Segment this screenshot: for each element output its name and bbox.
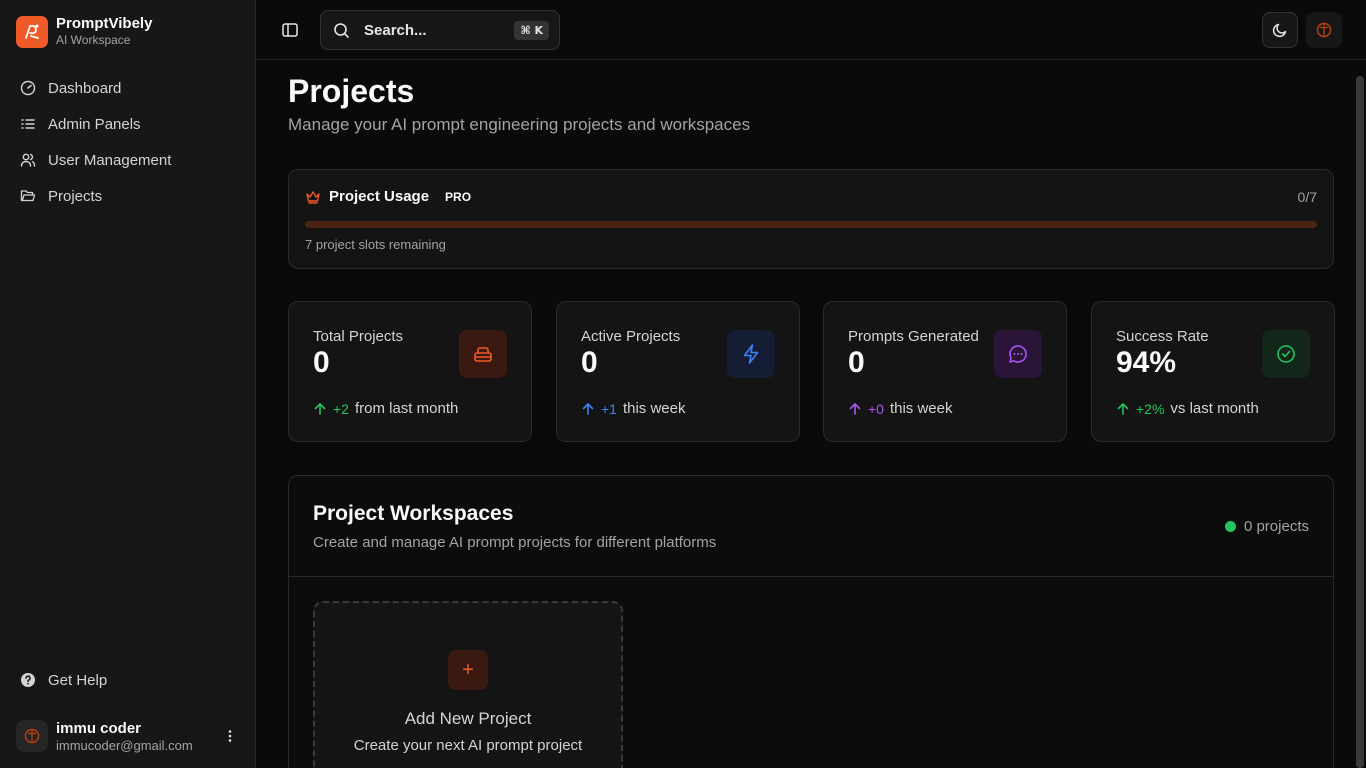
stat-label: Active Projects: [581, 328, 681, 345]
usage-note: 7 project slots remaining: [305, 237, 446, 252]
sidebar-item-projects[interactable]: Projects: [8, 178, 248, 214]
stat-card-active-projects: Active Projects 0 +1 this week: [556, 301, 800, 442]
brand[interactable]: PromptVibely AI Workspace: [16, 15, 152, 48]
get-help: Get Help: [8, 662, 248, 698]
project-usage-card: Project Usage PRO 0/7 7 project slots re…: [288, 169, 1334, 269]
stat-value: 0: [581, 346, 598, 379]
stat-suffix: this week: [622, 400, 686, 417]
stat-label: Prompts Generated: [848, 328, 979, 345]
stat-card-success-rate: Success Rate 94% +2% vs last month: [1091, 301, 1335, 442]
sidebar-item-label: Dashboard: [48, 79, 122, 97]
users-icon: [20, 153, 36, 167]
add-project-title: Add New Project: [404, 709, 532, 728]
project-workspaces: Project Workspaces Create and manage AI …: [288, 475, 1334, 768]
stat-value: 0: [313, 346, 330, 379]
brand-name: PromptVibely: [56, 15, 153, 32]
sidebar-item-label: Admin Panels: [48, 115, 141, 133]
moon-icon: [1272, 23, 1287, 38]
user-profile[interactable]: immu coder immucoder@gmail.com: [16, 716, 242, 756]
list-icon: [21, 119, 35, 129]
lightning-icon: [727, 330, 775, 378]
scrollbar[interactable]: [1354, 60, 1366, 768]
status-dot-icon: [1224, 521, 1236, 532]
search-placeholder: Search...: [364, 21, 427, 39]
page-subtitle: Manage your AI prompt engineering projec…: [288, 115, 751, 134]
avatar-icon: [1316, 22, 1332, 38]
avatar: [16, 720, 48, 752]
project-count-text: 0 projects: [1243, 518, 1309, 535]
usage-title: Project Usage PRO: [305, 188, 471, 205]
search-shortcut: ⌘ K: [514, 20, 549, 40]
stat-trend: +2% vs last month: [1116, 400, 1259, 417]
stat-card-total-projects: Total Projects 0 +2 from last month: [288, 301, 532, 442]
sidebar-nav: Dashboard Admin Panels User Management P…: [8, 70, 248, 214]
stat-delta: +2: [333, 400, 349, 417]
stat-suffix: vs last month: [1170, 400, 1259, 417]
stat-value: 0: [848, 346, 865, 379]
get-help-label: Get Help: [48, 671, 108, 689]
stat-suffix: from last month: [354, 400, 459, 417]
stat-trend: +2 from last month: [313, 400, 458, 417]
usage-count: 0/7: [1297, 189, 1317, 205]
stat-suffix: this week: [889, 400, 953, 417]
brand-logo-icon: [16, 15, 48, 48]
folder-icon: [20, 190, 36, 202]
sidebar-item-user-management[interactable]: User Management: [8, 142, 248, 178]
user-name: immu coder: [56, 719, 142, 737]
user-email: immucoder@gmail.com: [56, 737, 193, 753]
add-project-subtitle: Create your next AI prompt project: [353, 737, 583, 754]
arrow-up-icon: [314, 402, 326, 415]
chat-icon: [994, 330, 1042, 378]
workspaces-subtitle: Create and manage AI prompt projects for…: [313, 534, 717, 551]
workspaces-header: Project Workspaces Create and manage AI …: [289, 476, 1333, 577]
arrow-up-icon: [849, 402, 861, 415]
plus-icon: +: [448, 650, 488, 690]
sidebar-toggle-icon[interactable]: [280, 20, 300, 40]
stat-delta: +2%: [1136, 400, 1165, 417]
search-input[interactable]: Search... ⌘ K: [320, 10, 560, 50]
stat-trend: +0 this week: [848, 400, 953, 417]
sidebar-item-dashboard[interactable]: Dashboard: [8, 70, 248, 106]
theme-toggle-button[interactable]: [1262, 12, 1298, 48]
header-avatar[interactable]: [1306, 12, 1342, 48]
stat-card-prompts-generated: Prompts Generated 0 +0 this week: [823, 301, 1067, 442]
usage-progress-bar: [305, 221, 1317, 228]
usage-title-text: Project Usage: [329, 188, 430, 205]
stat-label: Success Rate: [1116, 328, 1209, 345]
plan-badge: PRO: [445, 189, 472, 204]
page-title: Projects: [288, 73, 415, 109]
check-circle-icon: [1262, 330, 1310, 378]
more-vertical-icon[interactable]: [222, 728, 238, 744]
sidebar-item-label: User Management: [48, 151, 172, 169]
stat-value: 94%: [1116, 346, 1177, 379]
scrollbar-thumb[interactable]: [1356, 76, 1364, 768]
brand-subtitle: AI Workspace: [56, 33, 131, 47]
sidebar: PromptVibely AI Workspace Dashboard Admi…: [0, 0, 256, 768]
stat-trend: +1 this week: [581, 400, 686, 417]
help-icon: [21, 673, 35, 687]
project-count: 0 projects: [1224, 518, 1309, 535]
crown-icon: [306, 190, 320, 204]
top-header: Search... ⌘ K: [256, 0, 1366, 60]
gauge-icon: [20, 80, 36, 96]
search-icon: [334, 22, 349, 38]
sidebar-item-label: Projects: [48, 187, 103, 205]
get-help-button[interactable]: Get Help: [8, 662, 248, 698]
workspaces-title: Project Workspaces: [313, 502, 514, 525]
sidebar-item-admin-panels[interactable]: Admin Panels: [8, 106, 248, 142]
arrow-up-icon: [582, 402, 594, 415]
stat-delta: +0: [868, 400, 884, 417]
stat-delta: +1: [601, 400, 617, 417]
stat-label: Total Projects: [313, 328, 404, 345]
arrow-up-icon: [1117, 402, 1129, 415]
add-new-project-card[interactable]: + Add New Project Create your next AI pr…: [313, 601, 623, 768]
box-icon: [459, 330, 507, 378]
